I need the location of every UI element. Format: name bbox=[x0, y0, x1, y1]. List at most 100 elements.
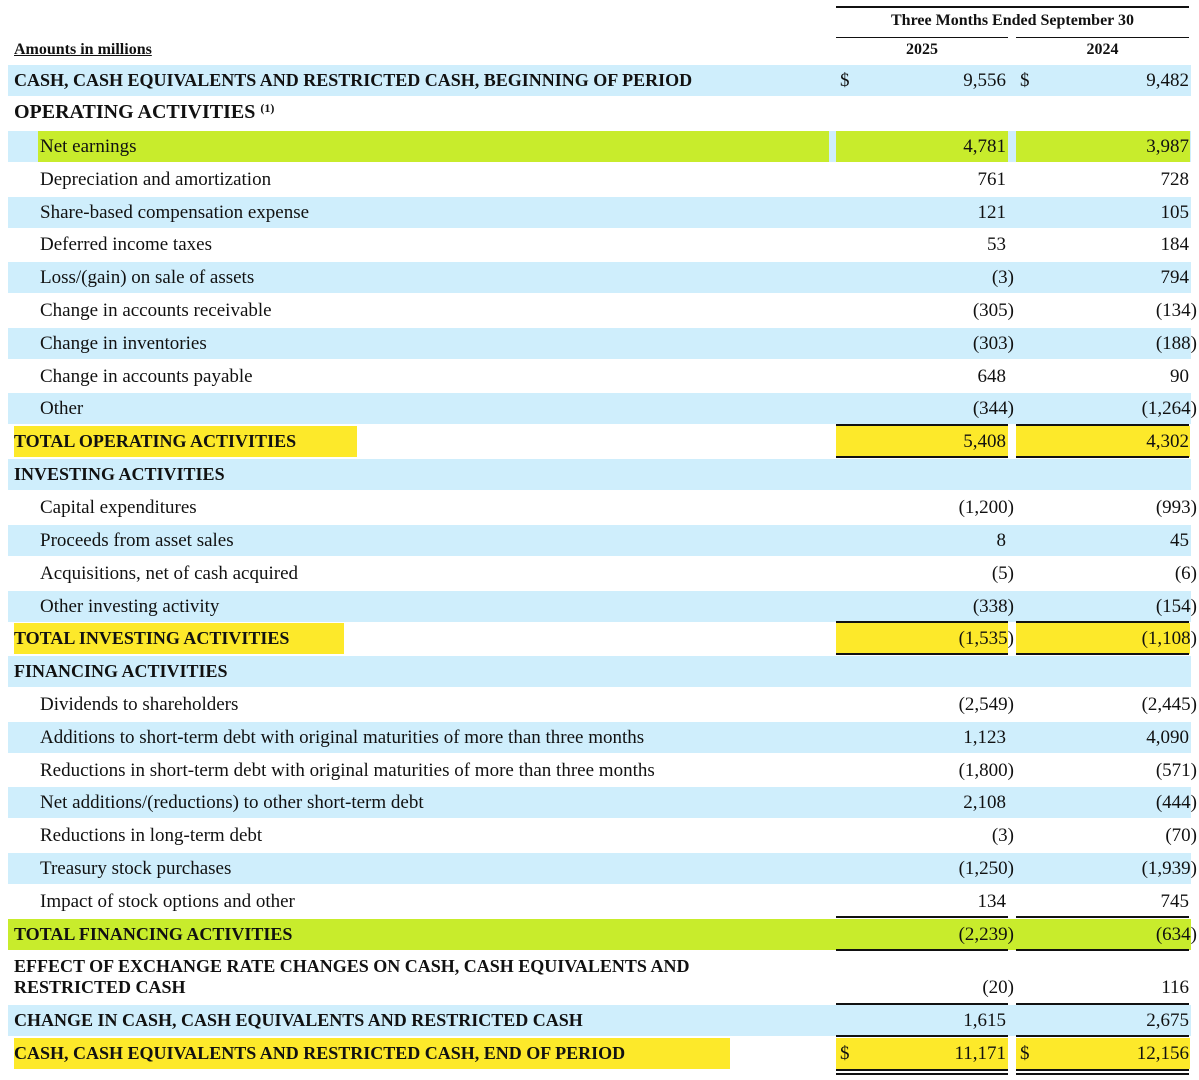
row-label-line1: EFFECT OF EXCHANGE RATE CHANGES ON CASH,… bbox=[14, 956, 690, 976]
row-label: Reductions in short-term debt with origi… bbox=[40, 760, 655, 781]
row-label: TOTAL FINANCING ACTIVITIES bbox=[14, 924, 293, 944]
row-ending-cash: CASH, CASH EQUIVALENTS AND RESTRICTED CA… bbox=[8, 1038, 1191, 1069]
value-2025: (338) bbox=[972, 596, 1014, 617]
section-title: INVESTING ACTIVITIES bbox=[14, 464, 225, 484]
value-2025: 53 bbox=[987, 234, 1006, 255]
value-2024: 45 bbox=[1170, 530, 1189, 551]
value-2025: (1,800) bbox=[958, 760, 1014, 781]
value-2025: 648 bbox=[977, 366, 1007, 387]
value-2024: (6) bbox=[1174, 563, 1197, 584]
total-double-rule bbox=[1016, 1069, 1189, 1071]
section-financing-header: FINANCING ACTIVITIES bbox=[8, 656, 1191, 687]
footnote-marker: (1) bbox=[260, 101, 275, 115]
row-label: Change in inventories bbox=[40, 333, 207, 354]
value-2024: (571) bbox=[1155, 760, 1197, 781]
row-depreciation: Depreciation and amortization 761 728 bbox=[8, 164, 1191, 195]
subtotal-rule bbox=[1016, 916, 1189, 918]
row-treasury-stock: Treasury stock purchases (1,250) (1,939) bbox=[8, 853, 1197, 884]
row-other-operating: Other (344) (1,264) bbox=[8, 393, 1197, 424]
value-2025: (5) bbox=[991, 563, 1014, 584]
row-label: CASH, CASH EQUIVALENTS AND RESTRICTED CA… bbox=[14, 70, 693, 90]
row-label: Additions to short-term debt with origin… bbox=[40, 727, 645, 748]
section-operating-header: OPERATING ACTIVITIES (1) bbox=[8, 97, 1191, 128]
row-acquisitions: Acquisitions, net of cash acquired (5) (… bbox=[8, 558, 1197, 589]
row-deferred-taxes: Deferred income taxes 53 184 bbox=[8, 229, 1191, 260]
value-2025: 4,781 bbox=[963, 136, 1006, 157]
value-2024: (634) bbox=[1155, 924, 1197, 945]
cash-flow-statement: Three Months Ended September 30 2025 202… bbox=[0, 0, 1199, 1080]
total-double-rule bbox=[1016, 456, 1189, 458]
value-2024: 2,675 bbox=[1146, 1010, 1189, 1031]
row-reductions-long-term-debt: Reductions in long-term debt (3) (70) bbox=[8, 820, 1197, 851]
total-double-rule bbox=[836, 1069, 1008, 1071]
value-2024: (993) bbox=[1155, 497, 1197, 518]
row-label: Depreciation and amortization bbox=[40, 169, 272, 190]
row-label: Acquisitions, net of cash acquired bbox=[40, 563, 299, 584]
row-accounts-receivable: Change in accounts receivable (305) (134… bbox=[8, 295, 1197, 326]
row-label: Other bbox=[40, 398, 84, 419]
period-header: Three Months Ended September 30 bbox=[836, 6, 1189, 34]
row-dividends: Dividends to shareholders (2,549) (2,445… bbox=[8, 689, 1197, 720]
row-label: CHANGE IN CASH, CASH EQUIVALENTS AND RES… bbox=[14, 1010, 583, 1030]
row-change-in-cash: CHANGE IN CASH, CASH EQUIVALENTS AND RES… bbox=[8, 1005, 1191, 1036]
value-2025: 5,408 bbox=[963, 431, 1006, 452]
row-net-earnings: Net earnings 4,781 3,987 bbox=[8, 131, 1191, 162]
row-label: Net earnings bbox=[40, 136, 137, 157]
row-label: Net additions/(reductions) to other shor… bbox=[40, 792, 424, 813]
row-label-line2: RESTRICTED CASH bbox=[14, 977, 186, 997]
row-capex: Capital expenditures (1,200) (993) bbox=[8, 492, 1197, 523]
value-2024: (154) bbox=[1155, 596, 1197, 617]
value-2025: (20) bbox=[982, 977, 1014, 998]
row-label: CASH, CASH EQUIVALENTS AND RESTRICTED CA… bbox=[14, 1043, 626, 1063]
value-2024: (134) bbox=[1155, 300, 1197, 321]
row-beginning-cash: CASH, CASH EQUIVALENTS AND RESTRICTED CA… bbox=[8, 65, 1191, 96]
row-total-operating: TOTAL OPERATING ACTIVITIES 5,408 4,302 bbox=[8, 426, 1191, 457]
value-2024: 105 bbox=[1160, 202, 1190, 223]
value-2025: (344) bbox=[972, 398, 1014, 419]
value-2025: 11,171 bbox=[954, 1043, 1006, 1064]
value-2025: (2,239) bbox=[958, 924, 1014, 945]
total-double-rule bbox=[1016, 1073, 1189, 1075]
value-2025: (1,535) bbox=[958, 628, 1014, 649]
row-net-additions-short-term-debt: Net additions/(reductions) to other shor… bbox=[8, 787, 1197, 818]
value-2024: 728 bbox=[1160, 169, 1190, 190]
value-2025: 1,615 bbox=[963, 1010, 1006, 1031]
row-label: Impact of stock options and other bbox=[40, 891, 295, 912]
section-investing-header: INVESTING ACTIVITIES bbox=[8, 459, 1191, 490]
row-label: Loss/(gain) on sale of assets bbox=[40, 267, 255, 288]
row-other-investing: Other investing activity (338) (154) bbox=[8, 591, 1197, 622]
value-2024: 184 bbox=[1160, 234, 1190, 255]
value-2024: 116 bbox=[1161, 977, 1189, 998]
value-2024: (1,108) bbox=[1141, 628, 1197, 649]
value-2025: (305) bbox=[972, 300, 1014, 321]
row-label: TOTAL OPERATING ACTIVITIES bbox=[14, 431, 297, 451]
value-2024: 4,302 bbox=[1146, 431, 1189, 452]
section-title-text: OPERATING ACTIVITIES bbox=[14, 101, 256, 123]
value-2025: (3) bbox=[991, 267, 1014, 288]
total-double-rule bbox=[1016, 949, 1189, 951]
value-2024: 794 bbox=[1160, 267, 1190, 288]
row-fx-effect: EFFECT OF EXCHANGE RATE CHANGES ON CASH,… bbox=[8, 955, 1191, 1001]
total-double-rule bbox=[836, 456, 1008, 458]
subtotal-rule bbox=[836, 916, 1008, 918]
value-2025: (1,250) bbox=[958, 858, 1014, 879]
row-proceeds-asset-sales: Proceeds from asset sales 8 45 bbox=[8, 525, 1191, 556]
value-2024: (70) bbox=[1165, 825, 1197, 846]
total-double-rule bbox=[1016, 653, 1189, 655]
value-2025: (1,200) bbox=[958, 497, 1014, 518]
value-2024: (1,264) bbox=[1141, 398, 1197, 419]
subtotal-rule bbox=[836, 1035, 1008, 1037]
row-label: Dividends to shareholders bbox=[40, 694, 239, 715]
value-2025: 9,556 bbox=[963, 70, 1006, 91]
value-2025: 8 bbox=[996, 530, 1007, 551]
value-2025: 134 bbox=[977, 891, 1007, 912]
row-reductions-short-term-debt: Reductions in short-term debt with origi… bbox=[8, 755, 1197, 786]
value-2025: (303) bbox=[972, 333, 1014, 354]
value-2025: (2,549) bbox=[958, 694, 1014, 715]
section-title: OPERATING ACTIVITIES (1) bbox=[14, 97, 274, 128]
amounts-in-millions-label: Amounts in millions bbox=[14, 41, 152, 58]
row-label: Capital expenditures bbox=[40, 497, 197, 518]
row-label: Proceeds from asset sales bbox=[40, 530, 234, 551]
value-2025: (3) bbox=[991, 825, 1014, 846]
value-2024: (2,445) bbox=[1141, 694, 1197, 715]
